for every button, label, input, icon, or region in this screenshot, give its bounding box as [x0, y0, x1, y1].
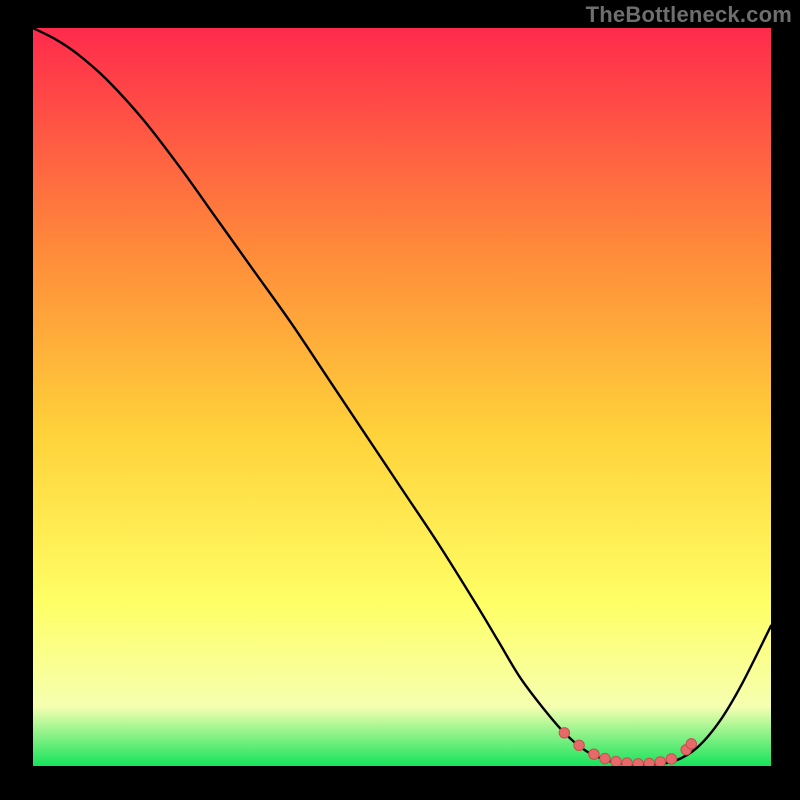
- marker-dot: [666, 754, 676, 764]
- marker-dot: [622, 758, 632, 766]
- marker-dot: [559, 728, 569, 738]
- marker-dot: [644, 758, 654, 766]
- watermark-label: TheBottleneck.com: [586, 2, 792, 28]
- gradient-background: [33, 28, 771, 766]
- marker-dot: [655, 757, 665, 766]
- marker-dot: [633, 759, 643, 766]
- bottleneck-chart: [33, 28, 771, 766]
- marker-dot: [686, 739, 696, 749]
- marker-dot: [600, 753, 610, 763]
- plot-area: [33, 28, 771, 766]
- marker-dot: [611, 756, 621, 766]
- marker-dot: [574, 740, 584, 750]
- marker-dot: [589, 749, 599, 759]
- chart-frame: TheBottleneck.com: [0, 0, 800, 800]
